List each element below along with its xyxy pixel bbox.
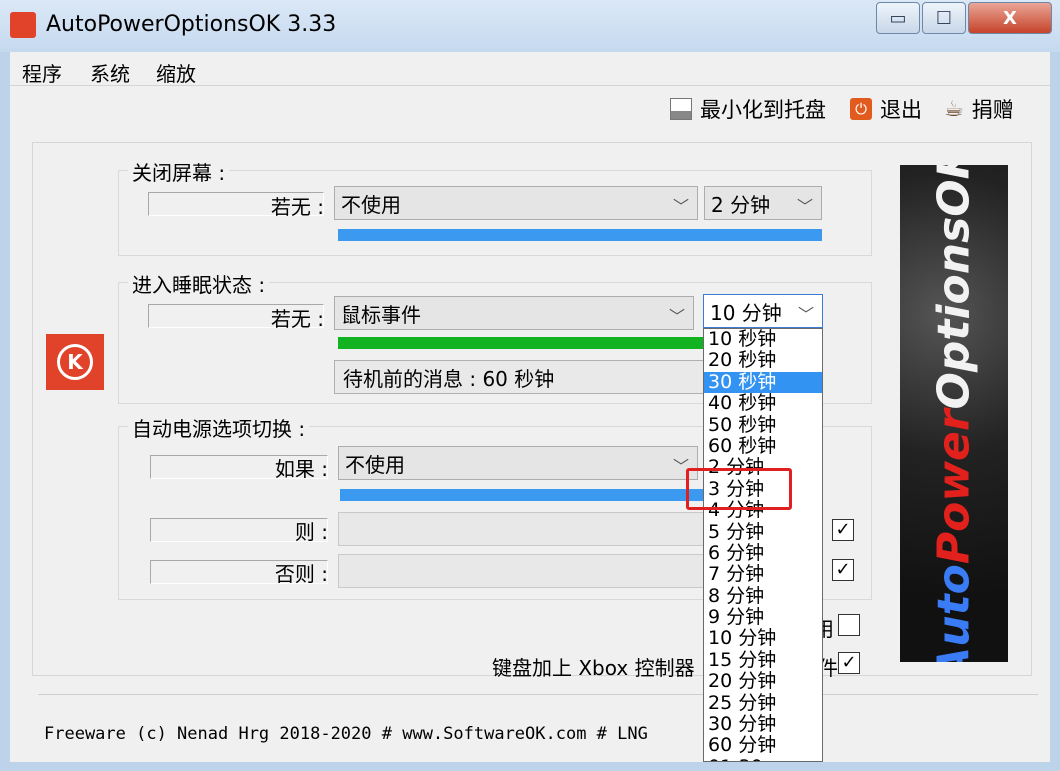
- dropdown-option[interactable]: 6 分钟: [704, 542, 822, 564]
- switch-then-select[interactable]: [338, 512, 704, 546]
- sleep-condition-value: 鼠标事件: [341, 302, 421, 327]
- logo-k-icon: K: [57, 344, 93, 380]
- tray-icon: [670, 98, 692, 120]
- screen-off-title: 关闭屏幕 :: [128, 157, 230, 186]
- dropdown-option[interactable]: 30 秒钟: [704, 371, 822, 394]
- then-checkbox[interactable]: ✓: [832, 519, 854, 541]
- dropdown-option[interactable]: 20 分钟: [704, 671, 822, 692]
- dropdown-option[interactable]: 50 秒钟: [704, 414, 822, 436]
- sleep-if-label: 若无 :: [270, 307, 324, 331]
- donate-label: 捐赠: [971, 98, 1014, 122]
- banner-text: AutoPowerOptionsOK: [928, 165, 980, 662]
- sleep-progress: [338, 337, 704, 349]
- dropdown-option[interactable]: 8 分钟: [704, 585, 822, 607]
- enable-checkbox[interactable]: [838, 614, 860, 636]
- dropdown-option[interactable]: 40 秒钟: [704, 392, 822, 414]
- switch-then-label: 则 :: [294, 520, 328, 544]
- chevron-down-icon: ﹀: [672, 197, 689, 216]
- exit-button[interactable]: ⏻ 退出: [850, 94, 922, 124]
- screen-off-time-select[interactable]: 2 分钟 ﹀: [704, 186, 822, 220]
- close-button[interactable]: X: [968, 2, 1052, 34]
- switch-progress: [340, 489, 706, 501]
- coffee-cup-icon: ☕: [944, 96, 964, 122]
- sleep-condition-select[interactable]: 鼠标事件 ﹀: [334, 296, 694, 330]
- minimize-icon: ▭: [889, 7, 907, 29]
- chevron-down-icon: ﹀: [668, 307, 685, 326]
- donate-button[interactable]: ☕ 捐赠: [944, 94, 1014, 124]
- switch-if-label: 如果 :: [274, 457, 328, 481]
- dropdown-option[interactable]: 15 分钟: [704, 649, 822, 671]
- screen-off-time-value: 2 分钟: [711, 192, 771, 217]
- switch-else-label: 否则 :: [274, 562, 328, 586]
- dropdown-option[interactable]: 7 分钟: [704, 564, 822, 585]
- app-icon: [10, 12, 36, 38]
- minimize-button[interactable]: ▭: [876, 2, 920, 34]
- menu-zoom[interactable]: 缩放: [156, 58, 196, 87]
- status-text: Freeware (c) Nenad Hrg 2018-2020 # www.S…: [44, 724, 648, 744]
- dropdown-option[interactable]: 25 分钟: [704, 692, 822, 714]
- keyboard-xbox-checkbox[interactable]: ✓: [838, 652, 860, 674]
- annotation-highlight-box: [686, 468, 792, 510]
- maximize-icon: ☐: [935, 7, 953, 29]
- exit-label: 退出: [880, 98, 922, 122]
- status-divider: [38, 694, 1038, 695]
- sleep-time-dropdown-list[interactable]: 10 秒钟 20 秒钟 30 秒钟 40 秒钟 50 秒钟 60 秒钟 2 分钟 3 分钟 4 …: [703, 328, 823, 762]
- dropdown-option[interactable]: 10 分钟: [704, 628, 822, 649]
- dropdown-option[interactable]: 5 分钟: [704, 521, 822, 543]
- dropdown-option[interactable]: 10 秒钟: [704, 329, 822, 350]
- sleep-title: 进入睡眠状态 :: [128, 269, 270, 298]
- screen-off-condition-select[interactable]: 不使用 ﹀: [334, 186, 698, 220]
- sleep-time-value: 10 分钟: [710, 300, 782, 325]
- app-logo: K: [46, 334, 104, 390]
- screen-off-progress: [338, 229, 822, 241]
- minimize-to-tray-button[interactable]: 最小化到托盘: [670, 94, 826, 124]
- dropdown-option[interactable]: 60 分钟: [704, 735, 822, 756]
- screen-off-if-label: 若无 :: [270, 195, 324, 219]
- chevron-down-icon: ﹀: [797, 305, 814, 324]
- sleep-time-select[interactable]: 10 分钟 ﹀: [703, 294, 823, 328]
- autopoweroptions-banner: AutoPowerOptionsOK: [900, 165, 1008, 662]
- screen-off-condition-value: 不使用: [341, 192, 401, 217]
- power-icon: ⏻: [850, 98, 872, 120]
- dropdown-option[interactable]: 9 分钟: [704, 606, 822, 628]
- standby-message-field[interactable]: 待机前的消息 : 60 秒钟: [334, 360, 704, 394]
- dropdown-option[interactable]: 01:30: [704, 756, 822, 761]
- chevron-down-icon: ﹀: [796, 197, 813, 216]
- switch-else-select[interactable]: [338, 554, 704, 588]
- else-checkbox[interactable]: ✓: [832, 559, 854, 581]
- menu-system[interactable]: 系统: [90, 58, 130, 87]
- dropdown-option[interactable]: 30 分钟: [704, 713, 822, 735]
- keyboard-xbox-label: 键盘加上 Xbox 控制器: [492, 656, 695, 680]
- switch-if-select[interactable]: 不使用 ﹀: [338, 446, 698, 480]
- menu-program[interactable]: 程序: [22, 58, 62, 87]
- dropdown-option[interactable]: 60 秒钟: [704, 435, 822, 457]
- maximize-button[interactable]: ☐: [922, 2, 966, 34]
- switch-title: 自动电源选项切换 :: [128, 413, 310, 442]
- window-title: AutoPowerOptionsOK 3.33: [46, 12, 337, 37]
- switch-if-value: 不使用: [345, 452, 405, 477]
- close-icon: X: [1003, 7, 1017, 29]
- minimize-to-tray-label: 最小化到托盘: [700, 98, 826, 122]
- dropdown-option[interactable]: 20 秒钟: [704, 350, 822, 371]
- standby-message-text: 待机前的消息 : 60 秒钟: [343, 366, 555, 391]
